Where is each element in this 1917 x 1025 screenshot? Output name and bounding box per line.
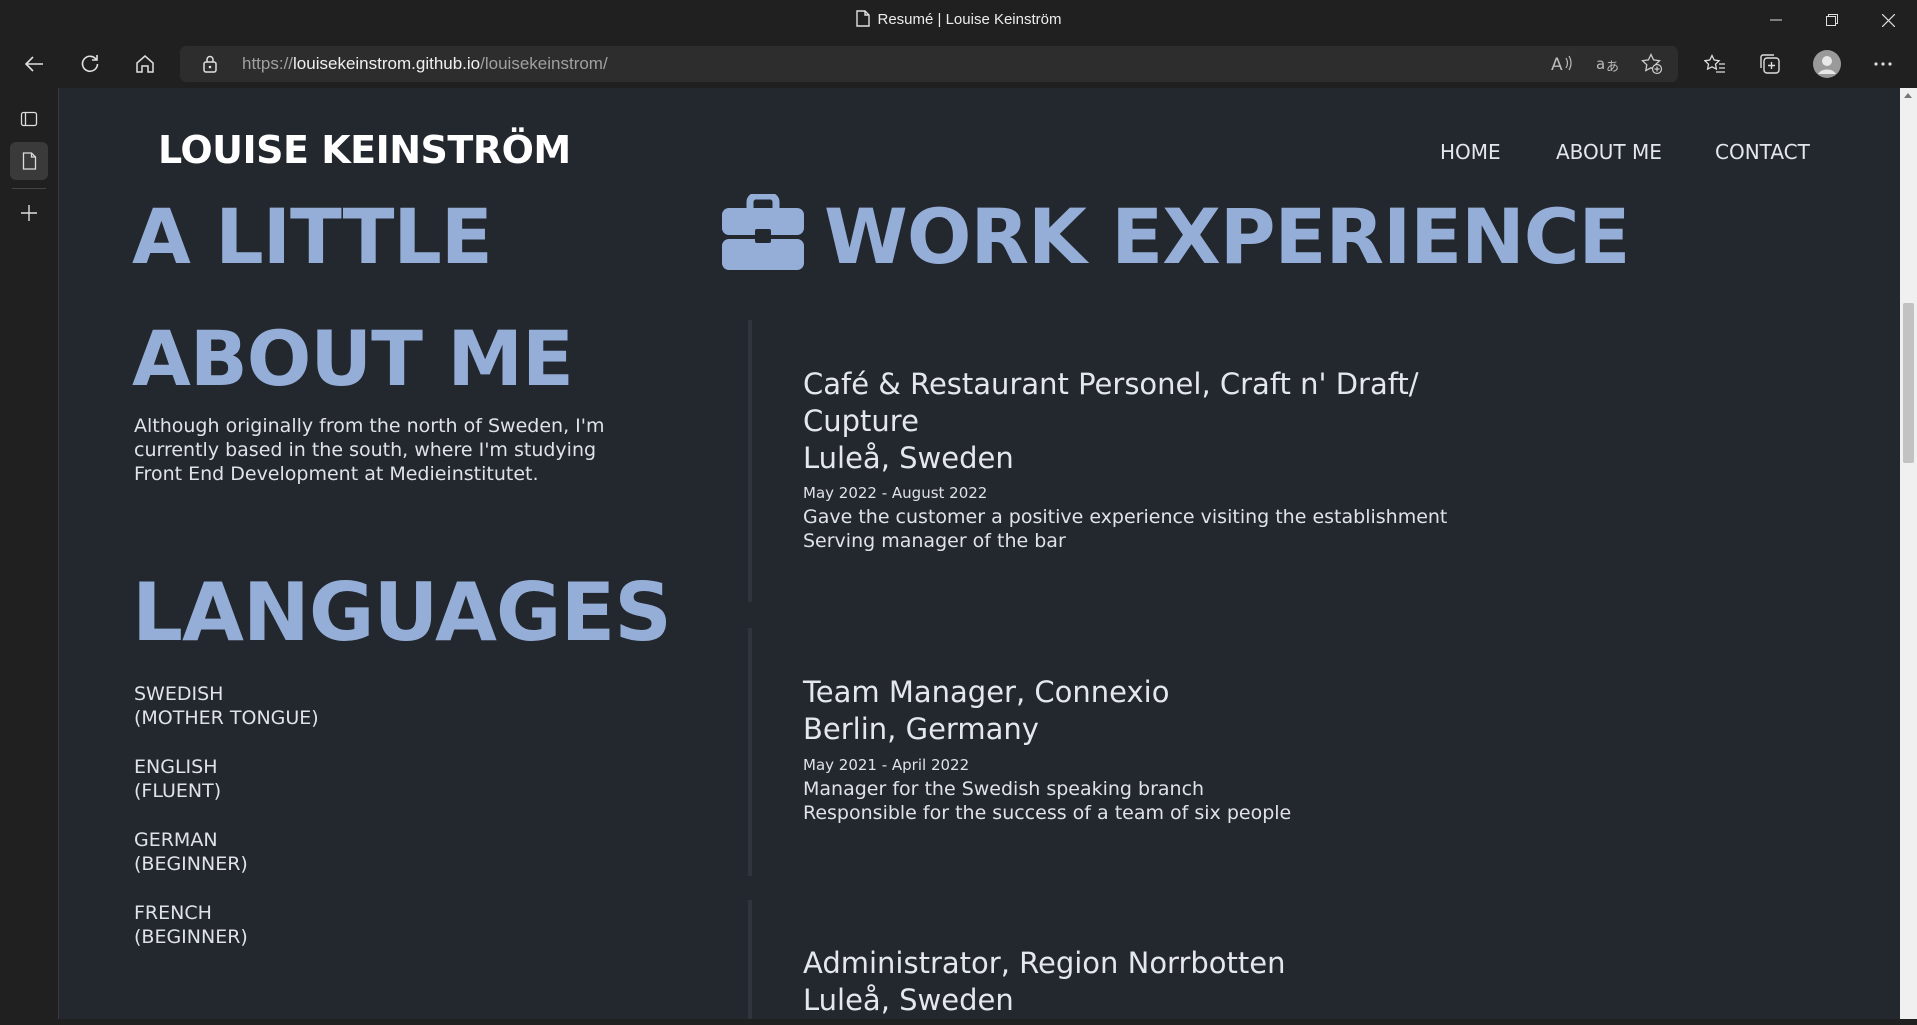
minimize-icon [1770, 19, 1782, 21]
collections-icon [1760, 54, 1780, 74]
language-level: (MOTHER TONGUE) [134, 707, 319, 729]
restore-icon [1826, 14, 1838, 26]
tab-actions-button[interactable] [10, 100, 48, 138]
nav-about-me[interactable]: ABOUT ME [1556, 140, 1662, 164]
about-heading-line1: A LITTLE [132, 192, 493, 281]
job-title: Team Manager, Connexio [803, 675, 1170, 709]
page-viewport: LOUISE KEINSTRÖM HOME ABOUT ME CONTACT A… [59, 88, 1900, 1019]
job-duty: Responsible for the success of a team of… [803, 802, 1292, 824]
add-favorite-icon[interactable] [1641, 53, 1663, 80]
about-heading-line2: ABOUT ME [132, 314, 574, 403]
url-path: /louisekeinstrom/ [480, 54, 608, 73]
more-icon [1874, 62, 1892, 66]
window-bottom-edge [0, 1019, 1917, 1025]
plus-icon [21, 205, 37, 221]
job-dates: May 2021 - April 2022 [803, 756, 970, 774]
language-name: SWEDISH [134, 683, 224, 705]
translate-icon[interactable]: aあ [1596, 54, 1620, 79]
page-icon [22, 152, 36, 170]
back-button[interactable] [16, 46, 52, 82]
page-scrollbar[interactable] [1900, 88, 1917, 1019]
language-name: ENGLISH [134, 756, 218, 778]
language-item: SWEDISH (MOTHER TONGUE) [134, 682, 319, 730]
tab-actions-icon [20, 111, 38, 127]
job-location: Berlin, Germany [803, 712, 1039, 746]
new-tab-button[interactable] [10, 194, 48, 232]
collections-button[interactable] [1752, 46, 1788, 82]
nav-contact[interactable]: CONTACT [1715, 140, 1810, 164]
favorites-button[interactable] [1697, 46, 1733, 82]
language-level: (BEGINNER) [134, 853, 248, 875]
browser-toolbar: https://louisekeinstrom.github.io/louise… [0, 40, 1917, 88]
svg-text:A: A [1551, 55, 1563, 74]
refresh-button[interactable] [72, 46, 108, 82]
language-name: FRENCH [134, 902, 212, 924]
job-location: Luleå, Sweden [803, 983, 1014, 1017]
scroll-up-icon[interactable] [1904, 93, 1912, 98]
svg-text:あ: あ [1606, 60, 1619, 74]
avatar [1813, 50, 1841, 78]
timeline-divider [748, 900, 752, 1019]
url-host: louisekeinstrom.github.io [293, 54, 481, 73]
job-dates: May 2022 - August 2022 [803, 484, 988, 502]
vertical-tabs-sidebar [0, 88, 59, 1025]
sidebar-divider [12, 188, 46, 189]
timeline-divider [748, 320, 752, 602]
scrollbar-thumb[interactable] [1903, 303, 1914, 463]
site-logo[interactable]: LOUISE KEINSTRÖM [158, 128, 571, 172]
lock-icon[interactable] [203, 55, 217, 78]
about-text: Although originally from the north of Sw… [134, 415, 605, 485]
briefcase-icon [722, 192, 804, 274]
refresh-icon [81, 55, 99, 73]
home-icon [136, 55, 154, 73]
url-scheme: https:// [242, 54, 294, 73]
job-title: Café & Restaurant Personel, Craft n' Dra… [803, 367, 1419, 438]
title-bar: Resumé | Louise Keinström [0, 0, 1917, 40]
job-title: Administrator, Region Norrbotten [803, 946, 1286, 980]
language-item: FRENCH (BEGINNER) [134, 901, 248, 949]
back-arrow-icon [24, 56, 43, 72]
home-button[interactable] [127, 46, 163, 82]
profile-button[interactable] [1809, 46, 1845, 82]
restore-button[interactable] [1804, 0, 1860, 40]
language-item: GERMAN (BEGINNER) [134, 828, 248, 876]
svg-text:a: a [1596, 55, 1605, 73]
page-icon [855, 10, 870, 31]
close-icon [1881, 13, 1895, 27]
language-name: GERMAN [134, 829, 218, 851]
nav-home[interactable]: HOME [1440, 140, 1501, 164]
read-aloud-icon[interactable]: A [1551, 54, 1573, 79]
vertical-tab-resume[interactable] [10, 142, 48, 180]
languages-heading: LANGUAGES [132, 566, 672, 659]
job-duty: Gave the customer a positive experience … [803, 506, 1448, 528]
minimize-button[interactable] [1748, 0, 1804, 40]
job-duty: Manager for the Swedish speaking branch [803, 778, 1205, 800]
language-level: (FLUENT) [134, 780, 222, 802]
timeline-divider [748, 628, 752, 876]
address-bar[interactable]: https://louisekeinstrom.github.io/louise… [180, 46, 1678, 82]
language-item: ENGLISH (FLUENT) [134, 755, 221, 803]
close-window-button[interactable] [1860, 0, 1916, 40]
work-experience-heading: WORK EXPERIENCE [824, 192, 1630, 281]
job-location: Luleå, Sweden [803, 441, 1014, 475]
language-level: (BEGINNER) [134, 926, 248, 948]
tab-title: Resumé | Louise Keinström [0, 10, 1917, 31]
settings-more-button[interactable] [1865, 46, 1901, 82]
tab-title-text: Resumé | Louise Keinström [877, 11, 1062, 28]
url-text[interactable]: https://louisekeinstrom.github.io/louise… [242, 54, 608, 74]
favorites-icon [1704, 54, 1725, 73]
job-duty: Serving manager of the bar [803, 530, 1066, 552]
